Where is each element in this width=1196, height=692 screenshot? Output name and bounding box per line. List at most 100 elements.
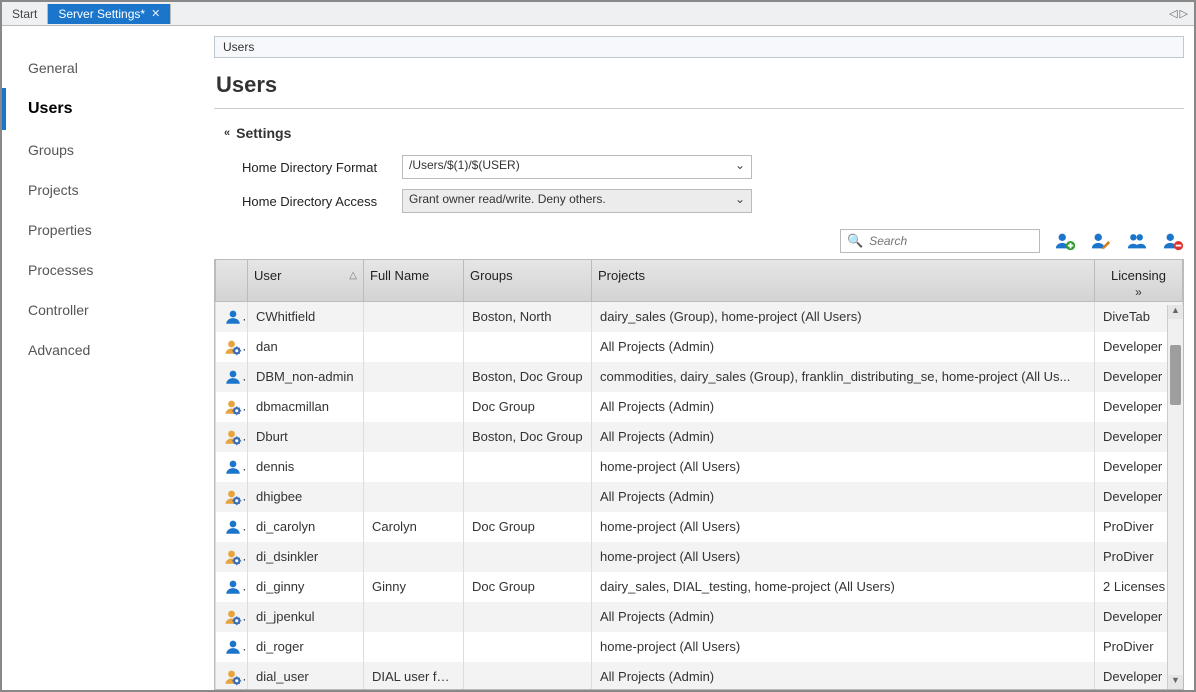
cell-projects: All Projects (Admin) [592,392,1095,422]
cell-projects: home-project (All Users) [592,632,1095,662]
home-dir-access-combo[interactable]: Grant owner read/write. Deny others. [402,189,752,213]
search-input[interactable] [869,234,1033,248]
table-row[interactable]: danAll Projects (Admin)Developer [216,332,1183,362]
divider [214,108,1184,109]
cell-user: di_carolyn [248,512,364,542]
table-row[interactable]: DburtBoston, Doc GroupAll Projects (Admi… [216,422,1183,452]
search-box[interactable]: 🔍 [840,229,1040,253]
table-row[interactable]: CWhitfieldBoston, Northdairy_sales (Grou… [216,302,1183,332]
duplicate-user-icon[interactable] [1126,230,1148,252]
table-row[interactable]: di_ginnyGinnyDoc Groupdairy_sales, DIAL_… [216,572,1183,602]
col-licensing[interactable]: Licensing » [1095,260,1183,302]
cell-user: dhigbee [248,482,364,512]
cell-user: di_roger [248,632,364,662]
user-type-icon [216,452,248,482]
cell-projects: home-project (All Users) [592,452,1095,482]
cell-user: Dburt [248,422,364,452]
cell-user: dennis [248,452,364,482]
cell-groups: Boston, Doc Group [464,362,592,392]
tab-server-settings-label: Server Settings* [58,7,145,21]
cell-full-name: Carolyn [364,512,464,542]
cell-full-name [364,302,464,332]
sidebar-item-groups[interactable]: Groups [2,130,214,170]
table-row[interactable]: DBM_non-admin Boston, Doc Groupcommoditie… [216,362,1183,392]
cell-projects: All Projects (Admin) [592,602,1095,632]
sidebar-item-processes[interactable]: Processes [2,250,214,290]
breadcrumb[interactable]: Users [214,36,1184,58]
cell-user: dan [248,332,364,362]
expand-columns-icon[interactable]: » [1095,285,1182,299]
cell-user: dbmacmillan [248,392,364,422]
cell-projects: All Projects (Admin) [592,482,1095,512]
cell-full-name [364,482,464,512]
sidebar-item-general[interactable]: General [2,48,214,88]
user-type-icon [216,602,248,632]
tab-server-settings[interactable]: Server Settings* ✕ [48,4,171,24]
tab-nav-arrows: ◁ ▷ [1169,7,1194,20]
cell-groups [464,482,592,512]
cell-groups: Doc Group [464,392,592,422]
collapse-icon: « [224,127,230,139]
tab-prev-icon[interactable]: ◁ [1169,7,1177,20]
cell-full-name [364,452,464,482]
table-row[interactable]: di_rogerhome-project (All Users)ProDiver [216,632,1183,662]
scroll-up-icon[interactable]: ▲ [1168,305,1183,319]
remove-user-icon[interactable] [1162,230,1184,252]
user-type-icon [216,662,248,690]
cell-full-name [364,422,464,452]
cell-projects: All Projects (Admin) [592,332,1095,362]
scroll-down-icon[interactable]: ▼ [1168,675,1183,689]
cell-user: CWhitfield [248,302,364,332]
cell-user: dial_user [248,662,364,690]
tab-next-icon[interactable]: ▷ [1180,7,1188,20]
cell-groups [464,542,592,572]
sidebar-item-advanced[interactable]: Advanced [2,330,214,370]
page-title: Users [216,72,1194,98]
cell-full-name [364,602,464,632]
tab-start[interactable]: Start [2,4,48,24]
scrollbar-thumb[interactable] [1170,345,1181,405]
close-icon[interactable]: ✕ [151,7,160,20]
table-row[interactable]: dial_userDIAL user for ...All Projects (… [216,662,1183,690]
search-icon: 🔍 [847,233,863,249]
settings-toggle[interactable]: « Settings [224,125,1194,141]
sidebar-item-controller[interactable]: Controller [2,290,214,330]
table-row[interactable]: di_jpenkulAll Projects (Admin)Developer [216,602,1183,632]
table-row[interactable]: di_carolynCarolynDoc Grouphome-project (… [216,512,1183,542]
home-dir-format-combo[interactable]: /Users/$(1)/$(USER) [402,155,752,179]
user-type-icon [216,302,248,332]
table-row[interactable]: dennishome-project (All Users)Developer [216,452,1183,482]
user-type-icon [216,392,248,422]
cell-groups [464,632,592,662]
col-user-label: User [254,268,281,283]
user-type-icon [216,512,248,542]
sort-asc-icon: △ [349,270,357,281]
col-full-name[interactable]: Full Name [364,260,464,302]
cell-groups: Doc Group [464,572,592,602]
edit-user-icon[interactable] [1090,230,1112,252]
home-dir-access-label: Home Directory Access [242,194,402,209]
sidebar-item-properties[interactable]: Properties [2,210,214,250]
cell-projects: home-project (All Users) [592,542,1095,572]
cell-projects: commodities, dairy_sales (Group), frankl… [592,362,1095,392]
cell-full-name [364,332,464,362]
settings-heading: Settings [236,125,291,141]
col-projects[interactable]: Projects [592,260,1095,302]
table-row[interactable]: di_dsinklerhome-project (All Users)ProDi… [216,542,1183,572]
cell-projects: All Projects (Admin) [592,662,1095,690]
add-user-icon[interactable] [1054,230,1076,252]
cell-groups [464,602,592,632]
cell-projects: dairy_sales, DIAL_testing, home-project … [592,572,1095,602]
col-icon[interactable] [216,260,248,302]
cell-projects: home-project (All Users) [592,512,1095,542]
sidebar-item-users[interactable]: Users [2,88,214,130]
col-groups[interactable]: Groups [464,260,592,302]
cell-user: DBM_non-admin [248,362,364,392]
table-row[interactable]: dbmacmillan Doc GroupAll Projects (Admin)… [216,392,1183,422]
col-user[interactable]: User △ [248,260,364,302]
sidebar-item-projects[interactable]: Projects [2,170,214,210]
table-row[interactable]: dhigbeeAll Projects (Admin)Developer [216,482,1183,512]
user-type-icon [216,482,248,512]
vertical-scrollbar[interactable]: ▲ ▼ [1167,305,1183,689]
users-table-wrap: User △ Full Name Groups Projects Licensi… [214,259,1184,690]
